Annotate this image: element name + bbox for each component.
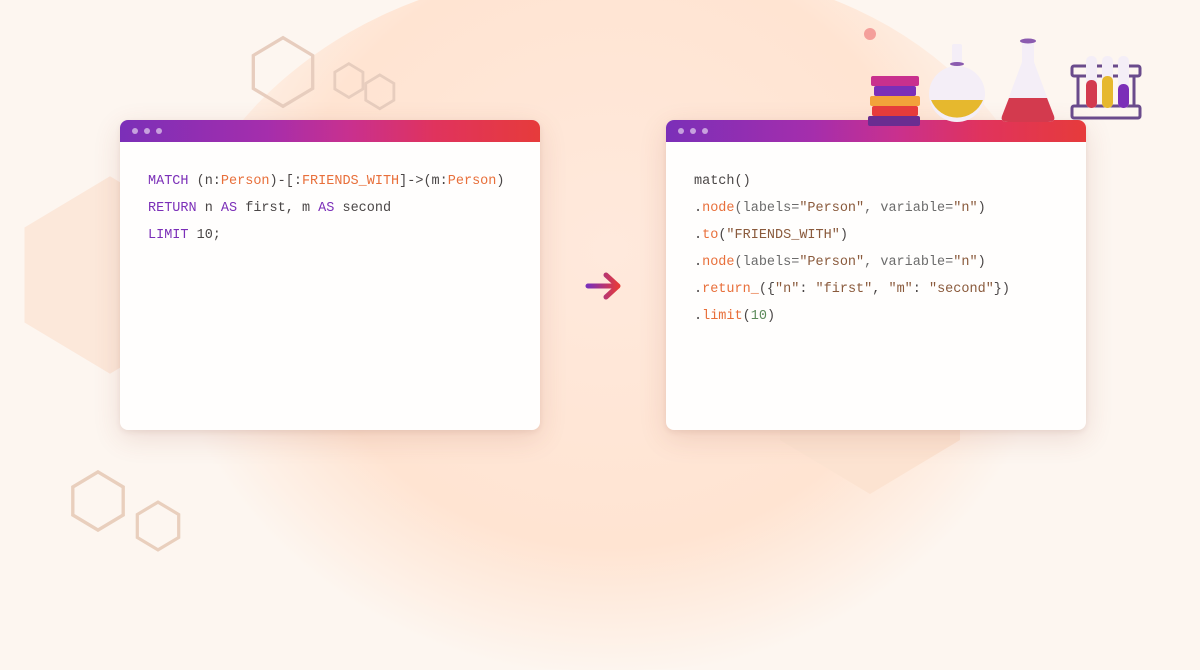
code-token: ) (978, 201, 986, 216)
code-token: ) (840, 228, 848, 243)
code-token: first, m (245, 201, 318, 216)
code-token: "n" (775, 282, 799, 297)
code-token: : (913, 282, 929, 297)
traffic-light-dot (144, 128, 150, 134)
hexagon-decoration (70, 470, 126, 532)
bubble-decoration (864, 28, 876, 40)
code-block-cypher: MATCH (n:Person)-[:FRIENDS_WITH]->(m:Per… (120, 142, 540, 275)
hexagon-decoration (135, 500, 181, 552)
code-token: FRIENDS_WITH (302, 174, 399, 189)
code-token: match() (694, 174, 751, 189)
code-token: AS (221, 201, 245, 216)
code-token: n (205, 201, 221, 216)
code-token: 10 (751, 309, 767, 324)
test-tube-rack-icon (1068, 48, 1144, 126)
code-token: to (702, 228, 718, 243)
code-token: MATCH (148, 174, 197, 189)
code-token: Person (221, 174, 270, 189)
round-flask-icon (926, 42, 988, 126)
code-token: , variable= (864, 255, 953, 270)
traffic-light-dot (156, 128, 162, 134)
traffic-light-dot (132, 128, 138, 134)
code-token: }) (994, 282, 1010, 297)
code-token: ]->(m: (399, 174, 448, 189)
code-token: "first" (816, 282, 873, 297)
code-token: "Person" (799, 201, 864, 216)
code-token: LIMIT (148, 228, 197, 243)
code-token: (labels= (735, 201, 800, 216)
code-token: ( (743, 309, 751, 324)
code-token: , variable= (864, 201, 953, 216)
code-token: "second" (929, 282, 994, 297)
code-token: . (694, 309, 702, 324)
code-token: , (872, 282, 888, 297)
code-token: . (694, 255, 702, 270)
arrow-icon (582, 264, 626, 313)
code-token: . (694, 201, 702, 216)
code-token: ) (978, 255, 986, 270)
code-token: "m" (888, 282, 912, 297)
code-token: : (799, 282, 815, 297)
code-token: RETURN (148, 201, 205, 216)
labware-illustration (868, 36, 1144, 126)
code-token: node (702, 201, 734, 216)
code-block-python: match() .node(labels="Person", variable=… (666, 142, 1086, 356)
code-window-python: match() .node(labels="Person", variable=… (666, 120, 1086, 430)
code-token: AS (318, 201, 342, 216)
code-token: . (694, 228, 702, 243)
traffic-light-dot (678, 128, 684, 134)
hexagon-decoration (332, 60, 422, 118)
code-token: (labels= (735, 255, 800, 270)
code-token: "n" (953, 201, 977, 216)
code-token: "Person" (799, 255, 864, 270)
code-token: limit (702, 309, 743, 324)
code-window-cypher: MATCH (n:Person)-[:FRIENDS_WITH]->(m:Per… (120, 120, 540, 430)
books-icon (868, 76, 918, 126)
code-token: )-[: (270, 174, 302, 189)
window-titlebar (120, 120, 540, 142)
code-token: return_ (702, 282, 759, 297)
code-token: node (702, 255, 734, 270)
code-token: "n" (953, 255, 977, 270)
code-token: 10; (197, 228, 221, 243)
code-token: ) (496, 174, 504, 189)
code-token: (n: (197, 174, 221, 189)
traffic-light-dot (690, 128, 696, 134)
code-token: second (342, 201, 391, 216)
code-token: . (694, 282, 702, 297)
traffic-light-dot (702, 128, 708, 134)
code-token: Person (448, 174, 497, 189)
code-token: ({ (759, 282, 775, 297)
erlenmeyer-flask-icon (996, 36, 1060, 126)
code-token: ) (767, 309, 775, 324)
hexagon-decoration (250, 35, 316, 109)
code-token: "FRIENDS_WITH" (726, 228, 839, 243)
